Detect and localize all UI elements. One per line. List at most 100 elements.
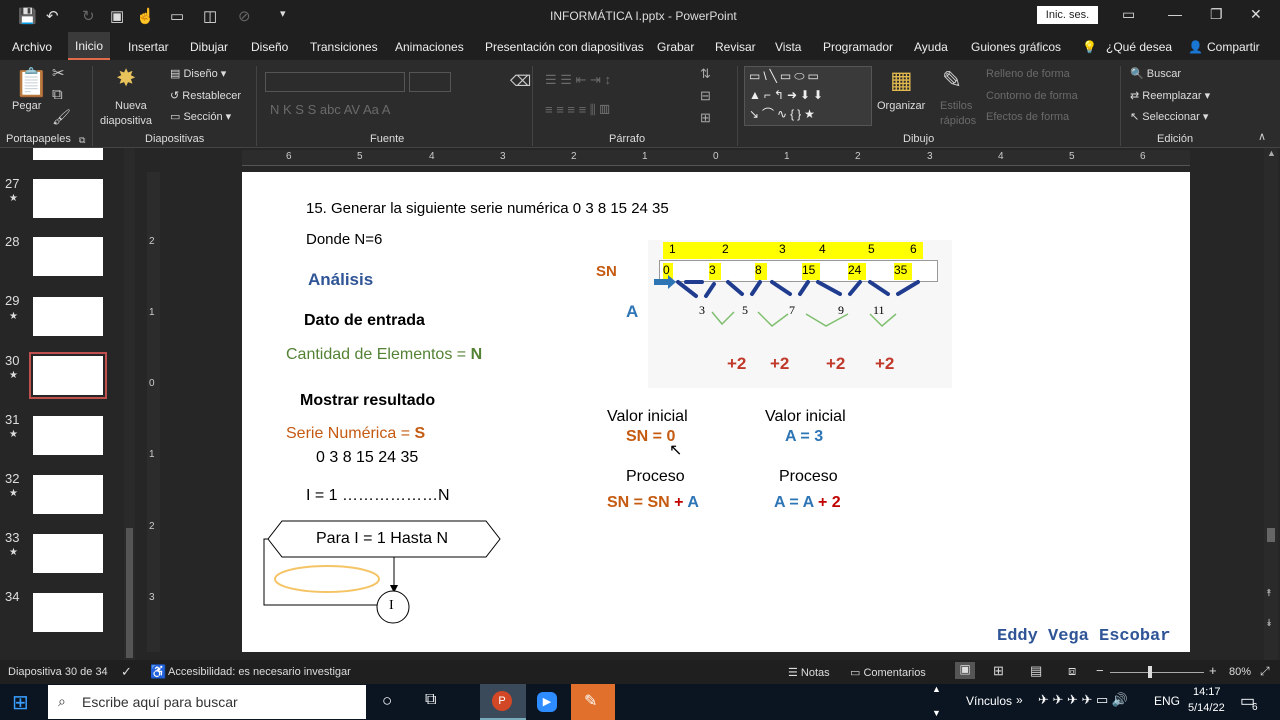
slide-thumbnail-34[interactable] bbox=[33, 593, 103, 632]
new-slide-label[interactable]: Nueva bbox=[115, 100, 147, 112]
tab-presentacion[interactable]: Presentación con diapositivas bbox=[485, 40, 644, 54]
shape-effects-button[interactable]: Efectos de forma bbox=[986, 111, 1069, 123]
maximize-button[interactable]: ❐ bbox=[1210, 6, 1223, 23]
clock-time[interactable]: 14:17 bbox=[1193, 686, 1221, 698]
slide-thumbnail[interactable] bbox=[33, 148, 103, 160]
comments-button[interactable]: ▭ Comentarios bbox=[850, 666, 926, 679]
share-button[interactable]: Compartir bbox=[1207, 40, 1260, 54]
tab-diseno[interactable]: Diseño bbox=[251, 40, 288, 54]
text-direction-icon[interactable]: ⇅ bbox=[700, 66, 711, 82]
zoom-slider-thumb[interactable] bbox=[1148, 666, 1152, 678]
shapes-qa-icon[interactable]: ⊘ bbox=[238, 7, 251, 25]
paste-button[interactable]: Pegar bbox=[12, 100, 41, 112]
minimize-button[interactable]: — bbox=[1168, 6, 1182, 22]
undo-icon[interactable]: ↶ bbox=[46, 7, 59, 25]
cortana-icon[interactable]: ○ bbox=[382, 691, 392, 711]
align-icons[interactable]: ≡ ≡ ≡ ≡ ⫼ ▥ bbox=[545, 102, 610, 118]
zoom-level[interactable]: 80% bbox=[1229, 666, 1251, 678]
notes-button[interactable]: ☰ Notas bbox=[788, 666, 830, 679]
tab-transiciones[interactable]: Transiciones bbox=[310, 40, 378, 54]
taskbar-powerpoint[interactable]: P bbox=[480, 684, 526, 720]
tab-programador[interactable]: Programador bbox=[823, 40, 893, 54]
slideshow-icon[interactable]: ⧈ bbox=[1068, 663, 1076, 679]
spellcheck-icon[interactable]: ✓ bbox=[121, 664, 132, 680]
new-slide-icon[interactable]: ✸ bbox=[116, 64, 136, 93]
ribbon-display-icon[interactable]: ▭ bbox=[1122, 6, 1135, 23]
present-icon[interactable]: ▣ bbox=[110, 7, 124, 25]
shapes-gallery[interactable]: ▭\╲▭⬭▭ ▲⌐↰➜⬇⬇ ↘⌒∿{}★ bbox=[744, 66, 872, 126]
taskbar-search-box[interactable]: ⌕ Escribe aquí para buscar bbox=[48, 685, 366, 719]
scroll-up-icon[interactable]: ▲ bbox=[1267, 148, 1276, 158]
find-button[interactable]: 🔍 Buscar bbox=[1130, 67, 1181, 80]
align-text-icon[interactable]: ⊟ bbox=[700, 88, 711, 104]
copy-icon[interactable]: ⧉ bbox=[52, 86, 63, 103]
prev-slide-icon[interactable]: ⯭ bbox=[1266, 588, 1272, 599]
tab-animaciones[interactable]: Animaciones bbox=[395, 40, 464, 54]
reset-button[interactable]: ↺ Restablecer bbox=[170, 89, 241, 102]
tab-grabar[interactable]: Grabar bbox=[657, 40, 694, 54]
slide-thumbnail-28[interactable] bbox=[33, 237, 103, 276]
tab-insertar[interactable]: Insertar bbox=[128, 40, 169, 54]
new-slide-label-2[interactable]: diapositiva bbox=[100, 115, 152, 127]
tab-guiones[interactable]: Guiones gráficos bbox=[971, 40, 1061, 54]
smartart-icon[interactable]: ⊞ bbox=[700, 110, 711, 126]
taskbar-scroll-up-icon[interactable]: ▲ bbox=[932, 684, 941, 694]
slide-canvas[interactable]: 15. Generar la siguiente serie numérica … bbox=[242, 172, 1190, 652]
slide-thumbnail-32[interactable] bbox=[33, 475, 103, 514]
slide-thumbnail-30[interactable] bbox=[29, 352, 107, 399]
touch-mode-icon[interactable]: ☝ bbox=[136, 7, 155, 25]
slide-thumbnail-31[interactable] bbox=[33, 416, 103, 455]
slide-thumbnail-27[interactable] bbox=[33, 179, 103, 218]
font-size-box[interactable] bbox=[409, 72, 451, 92]
layout-button[interactable]: ▤ Diseño ▾ bbox=[170, 67, 226, 80]
tab-dibujar[interactable]: Dibujar bbox=[190, 40, 228, 54]
font-format-icons[interactable]: N K S S abc AV Aa A bbox=[270, 102, 390, 117]
redo-icon[interactable]: ↻ bbox=[82, 7, 95, 25]
tell-me-search[interactable]: ¿Qué desea bbox=[1106, 40, 1172, 54]
collapse-ribbon-icon[interactable]: ∧ bbox=[1258, 130, 1266, 143]
zoom-in-icon[interactable]: + bbox=[1209, 663, 1217, 678]
sign-in-button[interactable]: Inic. ses. bbox=[1037, 6, 1098, 24]
list-icons[interactable]: ☰ ☰ ⇤ ⇥ ↕ bbox=[545, 72, 611, 88]
zoom-slider[interactable] bbox=[1110, 672, 1204, 673]
task-view-icon[interactable]: ⧉ bbox=[425, 691, 436, 709]
tab-revisar[interactable]: Revisar bbox=[715, 40, 756, 54]
tray-icons[interactable]: ✈ ✈ ✈ ✈ ▭ 🔊 bbox=[1038, 692, 1128, 708]
shape-outline-button[interactable]: Contorno de forma bbox=[986, 90, 1078, 102]
font-name-box[interactable] bbox=[265, 72, 405, 92]
arrange-icon[interactable]: ▦ bbox=[890, 66, 913, 95]
format-painter-icon[interactable]: 🖌 bbox=[52, 108, 71, 126]
language-indicator[interactable]: ENG bbox=[1154, 694, 1180, 708]
slide-sorter-icon[interactable]: ⊞ bbox=[993, 663, 1004, 679]
quick-styles-label-2[interactable]: rápidos bbox=[940, 115, 976, 127]
slide-thumbnail-33[interactable] bbox=[33, 534, 103, 573]
clipboard-launcher-icon[interactable]: ⧉ bbox=[79, 135, 85, 146]
accessibility-status[interactable]: Accesibilidad: es necesario investigar bbox=[168, 666, 351, 678]
quick-styles-icon[interactable]: ✎ bbox=[942, 66, 962, 95]
select-button[interactable]: ↖ Seleccionar ▾ bbox=[1130, 110, 1208, 123]
windows-start-icon[interactable]: ⊞ bbox=[12, 690, 29, 715]
clock-date[interactable]: 5/14/22 bbox=[1188, 702, 1225, 714]
close-button[interactable]: ✕ bbox=[1250, 6, 1262, 23]
fit-slide-icon[interactable]: ⤢ bbox=[1260, 664, 1270, 679]
slide-thumbnail-29[interactable] bbox=[33, 297, 103, 336]
thumbnail-scrollbar[interactable] bbox=[124, 148, 135, 660]
layout-qa-icon[interactable]: ◫ bbox=[203, 7, 217, 25]
slide-scrollbar[interactable]: ▲ ⯭ ⯯ bbox=[1264, 148, 1278, 660]
arrange-button[interactable]: Organizar bbox=[877, 100, 925, 112]
links-toolbar[interactable]: Vínculos bbox=[966, 694, 1012, 708]
taskbar-app[interactable]: ✎ bbox=[571, 684, 615, 720]
tab-ayuda[interactable]: Ayuda bbox=[914, 40, 948, 54]
scroll-thumb[interactable] bbox=[1267, 528, 1275, 542]
taskbar-scroll-down-icon[interactable]: ▼ bbox=[932, 708, 941, 718]
links-chevron-icon[interactable]: » bbox=[1016, 693, 1023, 707]
customize-qa-icon[interactable]: ▾ bbox=[280, 7, 286, 20]
tab-vista[interactable]: Vista bbox=[775, 40, 801, 54]
next-slide-icon[interactable]: ⯯ bbox=[1266, 618, 1272, 629]
clear-format-icon[interactable]: ⌫ bbox=[510, 72, 531, 90]
replace-button[interactable]: ⇄ Reemplazar ▾ bbox=[1130, 89, 1210, 102]
shape-fill-button[interactable]: Relleno de forma bbox=[986, 68, 1070, 80]
normal-view-icon[interactable]: ▣ bbox=[955, 662, 975, 679]
cut-icon[interactable]: ✂ bbox=[52, 64, 65, 82]
new-slide-qa-icon[interactable]: ▭ bbox=[170, 7, 184, 25]
